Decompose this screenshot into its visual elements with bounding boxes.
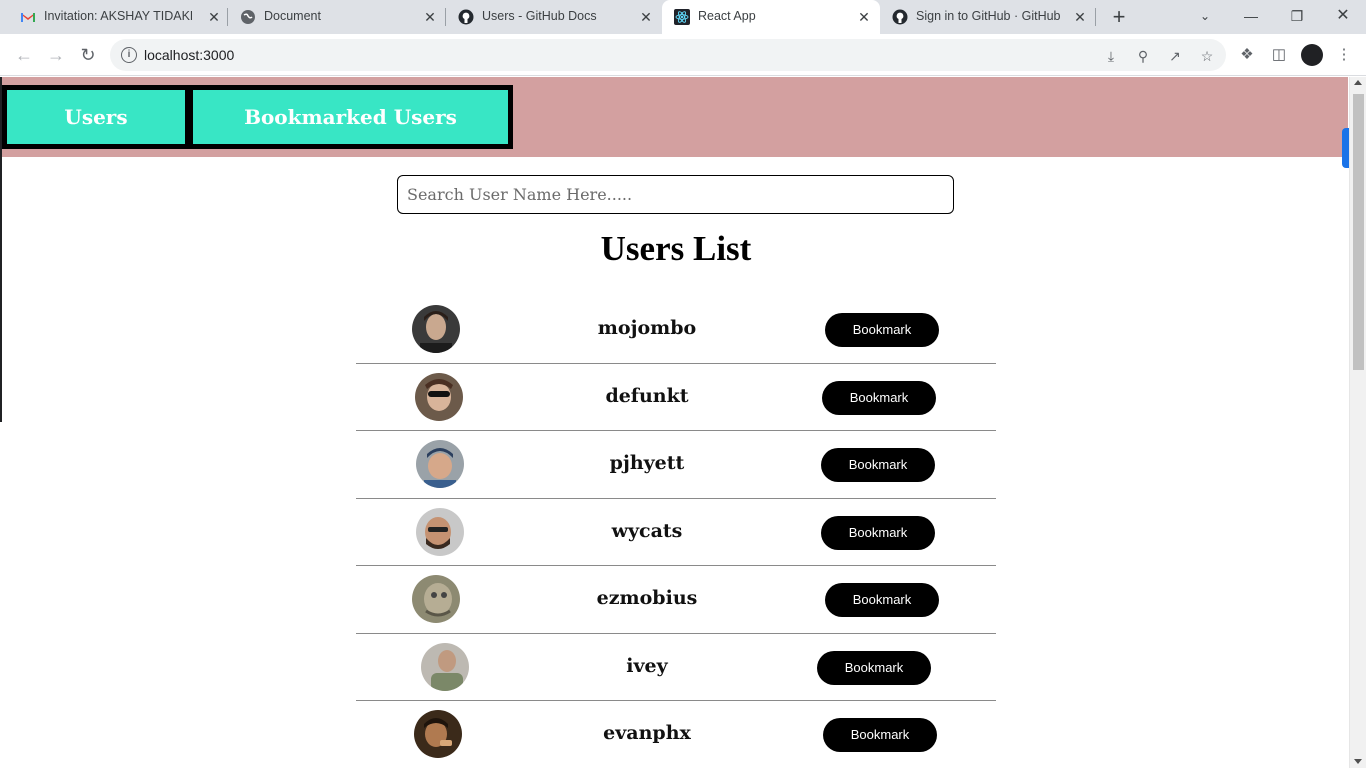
user-row: defunkt Bookmark — [356, 364, 996, 431]
tab-title: Invitation: AKSHAY TIDAKE- — [44, 9, 192, 23]
browser-tab-document[interactable]: Document ✕ — [228, 0, 446, 34]
bookmark-button[interactable]: Bookmark — [821, 448, 935, 482]
search-input[interactable] — [397, 175, 954, 214]
menu-icon[interactable]: ⋮ — [1335, 46, 1353, 64]
site-info-icon[interactable]: i — [121, 47, 137, 63]
address-bar[interactable]: i localhost:3000 ⤓ ⚲ ↗ ☆ — [110, 39, 1226, 71]
user-name: wycats — [611, 519, 683, 542]
user-name: evanphx — [603, 722, 691, 744]
browser-tab-gmail[interactable]: Invitation: AKSHAY TIDAKE- ✕ — [8, 0, 228, 34]
tab-title: Users - GitHub Docs — [482, 9, 597, 23]
page-viewport: Users Bookmarked Users Users List mojomb… — [0, 77, 1366, 768]
user-avatar — [412, 575, 460, 623]
tab-search-icon[interactable]: ⌄ — [1193, 4, 1217, 28]
install-app-icon[interactable]: ⤓ — [1102, 47, 1120, 65]
bookmark-star-icon[interactable]: ☆ — [1198, 47, 1216, 65]
user-name: mojombo — [597, 317, 697, 339]
browser-tab-react-app[interactable]: React App ✕ — [662, 0, 880, 34]
scrollbar-thumb[interactable] — [1353, 94, 1364, 370]
side-panel-icon[interactable]: ◫ — [1270, 46, 1288, 64]
user-avatar — [421, 642, 469, 691]
user-row: evanphx Bookmark — [356, 701, 996, 768]
top-navbar: Users Bookmarked Users — [2, 77, 1348, 157]
scroll-down-arrow[interactable] — [1354, 759, 1362, 764]
bookmark-button[interactable]: Bookmark — [823, 718, 937, 752]
browser-tab-strip: Invitation: AKSHAY TIDAKE- ✕ Document ✕ … — [0, 0, 1366, 34]
user-avatar — [415, 372, 463, 421]
user-name: ezmobius — [596, 587, 698, 609]
extensions-icon[interactable]: ❖ — [1238, 46, 1256, 64]
user-name: ivey — [626, 654, 668, 677]
tab-title: Sign in to GitHub · GitHub — [916, 9, 1061, 23]
bookmark-button[interactable]: Bookmark — [817, 650, 931, 685]
tab-separator — [1095, 8, 1096, 26]
bookmark-button[interactable]: Bookmark — [821, 515, 935, 550]
tab-title: React App — [698, 9, 756, 23]
reload-icon[interactable]: ↻ — [76, 43, 100, 67]
user-avatar — [416, 507, 464, 556]
share-icon[interactable]: ↗ — [1166, 47, 1184, 65]
gmail-icon — [21, 13, 35, 22]
github-icon — [458, 9, 474, 25]
close-tab-icon[interactable]: ✕ — [1072, 9, 1088, 25]
react-icon — [674, 9, 690, 25]
url-text: localhost:3000 — [144, 47, 235, 63]
browser-toolbar: ← → ↻ i localhost:3000 ⤓ ⚲ ↗ ☆ ❖ ◫ ⋮ — [0, 34, 1366, 76]
user-avatar — [416, 440, 464, 488]
forward-icon[interactable]: → — [44, 43, 68, 67]
minimize-icon[interactable]: — — [1239, 4, 1263, 28]
globe-icon — [241, 10, 255, 24]
back-icon[interactable]: ← — [12, 43, 36, 67]
user-name: pjhyett — [609, 452, 685, 474]
nav-users-button[interactable]: Users — [2, 85, 190, 149]
close-tab-icon[interactable]: ✕ — [856, 9, 872, 25]
bookmark-button[interactable]: Bookmark — [825, 313, 939, 347]
user-row: ivey Bookmark — [356, 634, 996, 701]
zoom-icon[interactable]: ⚲ — [1134, 47, 1152, 65]
bookmark-button[interactable]: Bookmark — [822, 380, 936, 415]
github-icon — [892, 9, 908, 25]
close-tab-icon[interactable]: ✕ — [638, 9, 654, 25]
user-avatar — [412, 305, 460, 353]
nav-bookmarked-users-button[interactable]: Bookmarked Users — [188, 85, 513, 149]
side-panel-tab[interactable] — [1342, 128, 1349, 168]
new-tab-icon[interactable]: + — [1108, 6, 1130, 29]
user-row: pjhyett Bookmark — [356, 431, 996, 499]
scroll-up-arrow[interactable] — [1354, 80, 1362, 85]
close-window-icon[interactable]: ✕ — [1331, 4, 1355, 28]
user-row: mojombo Bookmark — [356, 296, 996, 364]
user-avatar — [414, 710, 462, 758]
page-scrollbar[interactable] — [1349, 77, 1366, 768]
users-list: mojombo Bookmark defunkt Bookmark pjhyet… — [356, 296, 996, 768]
user-name: defunkt — [605, 384, 689, 407]
page-title: Users List — [600, 229, 752, 268]
profile-avatar[interactable] — [1301, 44, 1323, 66]
close-tab-icon[interactable]: ✕ — [206, 9, 222, 25]
user-row: wycats Bookmark — [356, 499, 996, 566]
close-tab-icon[interactable]: ✕ — [422, 9, 438, 25]
browser-tab-github-docs[interactable]: Users - GitHub Docs ✕ — [446, 0, 662, 34]
tab-title: Document — [264, 9, 321, 23]
restore-icon[interactable]: ❐ — [1285, 4, 1309, 28]
bookmark-button[interactable]: Bookmark — [825, 583, 939, 617]
user-row: ezmobius Bookmark — [356, 566, 996, 634]
browser-tab-github-signin[interactable]: Sign in to GitHub · GitHub ✕ — [880, 0, 1096, 34]
